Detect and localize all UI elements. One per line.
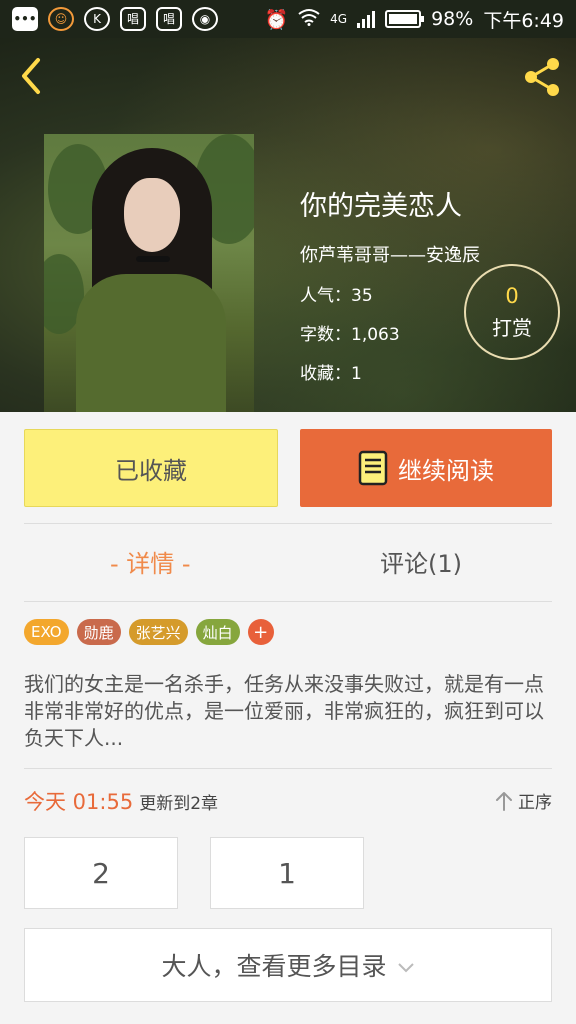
more-chapters-button[interactable]: 大人，查看更多目录 [24,928,552,1002]
more-chapters-label: 大人，查看更多目录 [161,952,387,981]
collected-label: 已收藏 [115,456,187,485]
share-icon[interactable] [520,54,566,100]
k-app-icon: K [84,7,110,31]
sort-label: 正序 [518,793,552,813]
divider [24,601,552,602]
collected-button[interactable]: 已收藏 [24,429,278,507]
battery-percent: 98% [431,8,474,30]
game-icon: ◉ [192,7,218,31]
book-icon [358,450,388,486]
book-description[interactable]: 我们的女主是一名杀手，任务从来没事失败过，就是有一点非常非常好的优点，是一位爱丽… [24,671,552,752]
tag-list: EXO 勋鹿 张艺兴 灿白 + [24,619,274,645]
book-info: 你的完美恋人 你芦苇哥哥——安逸辰 人气：35 字数：1,063 收藏：1 [300,184,480,398]
tag-item[interactable]: 张艺兴 [128,619,188,645]
sort-toggle[interactable]: 正序 [494,788,552,813]
divider [24,523,552,524]
reward-label: 打赏 [492,315,532,340]
arrow-up-icon [496,791,512,811]
book-author[interactable]: 你芦苇哥哥——安逸辰 [300,241,480,267]
update-info: 今天 01:55 更新到2章 [24,786,218,816]
sing-app-icon: 唱 [120,7,146,31]
clock: 下午6:49 [483,9,564,32]
tag-item[interactable]: EXO [24,619,69,645]
book-header: 你的完美恋人 你芦苇哥哥——安逸辰 人气：35 字数：1,063 收藏：1 0 … [0,38,576,412]
book-cover-image [44,134,254,412]
alarm-icon: ⏰ [264,8,289,31]
tab-detail[interactable]: - 详情 - [110,544,191,579]
network-type: 4G [330,12,348,26]
tag-item[interactable]: 勋鹿 [76,619,121,645]
signal-icon [357,10,376,28]
update-time: 今天 01:55 [24,790,134,814]
wifi-icon [298,8,320,31]
tab-comments[interactable]: 评论(1) [380,544,462,579]
popularity-stat: 人气：35 [300,286,373,306]
reward-count: 0 [505,283,519,308]
chapter-button[interactable]: 2 [24,837,178,909]
message-icon: ••• [12,7,38,31]
status-bar: ••• ☺ K 唱 唱 ◉ ⏰ 4G 98% 下午6:49 [0,0,576,38]
divider [24,768,552,769]
continue-reading-button[interactable]: 继续阅读 [300,429,552,507]
chapter-button[interactable]: 1 [210,837,364,909]
sing-app-icon-2: 唱 [156,7,182,31]
book-title: 你的完美恋人 [300,191,462,222]
word-count-stat: 字数：1,063 [300,325,400,345]
continue-reading-label: 继续阅读 [398,456,494,485]
chevron-down-icon [397,963,414,973]
favorites-stat: 收藏：1 [300,364,362,384]
reward-button[interactable]: 0 打赏 [464,264,560,360]
add-tag-button[interactable]: + [247,619,274,645]
back-arrow-icon[interactable] [14,56,50,96]
update-text: 更新到2章 [139,794,219,814]
tag-item[interactable]: 灿白 [195,619,240,645]
battery-icon [385,10,425,28]
emoji-icon: ☺ [48,7,74,31]
